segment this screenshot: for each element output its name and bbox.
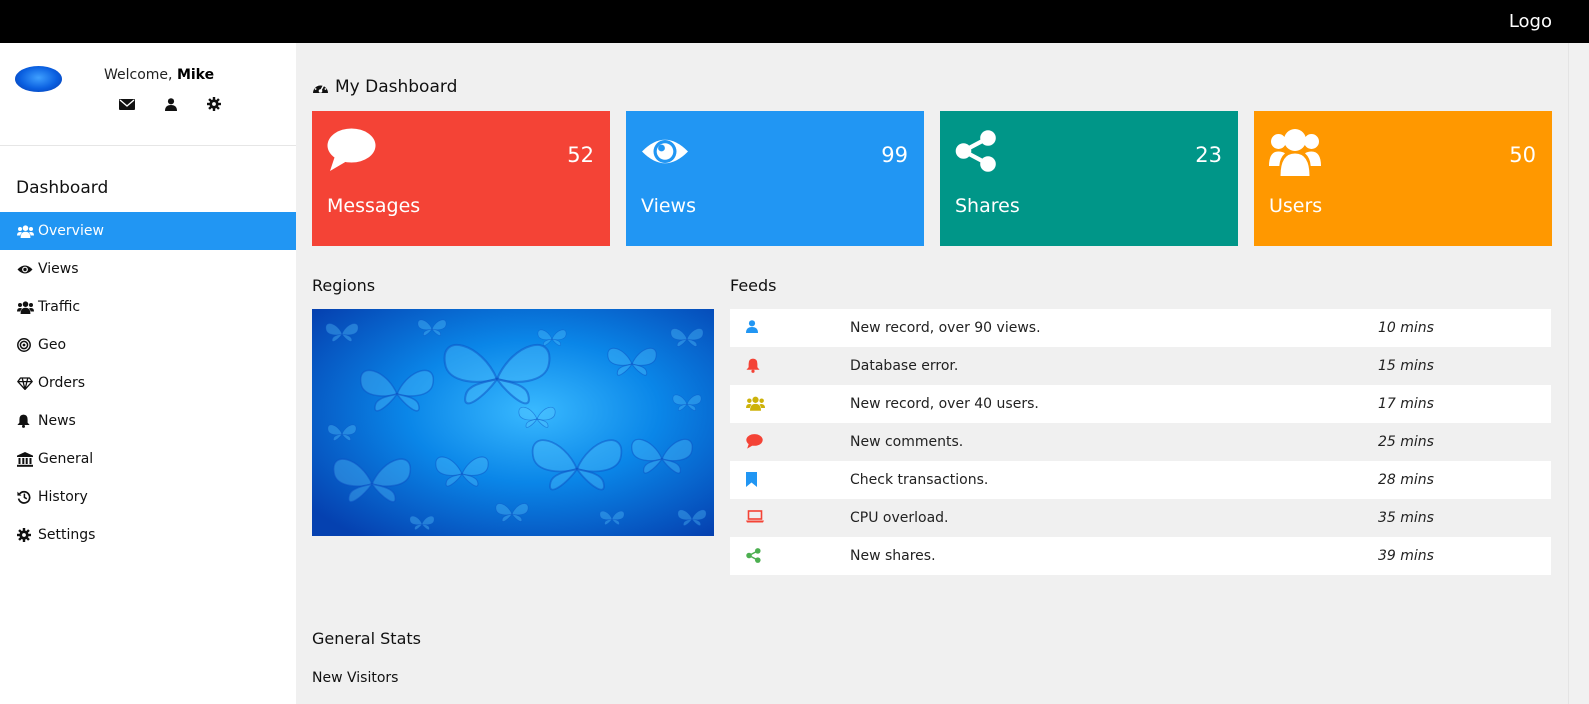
feed-time: 39 mins bbox=[1378, 548, 1434, 564]
top-bar: Logo bbox=[0, 0, 1589, 43]
envelope-icon[interactable] bbox=[119, 96, 135, 115]
list-item[interactable]: Database error. 15 mins bbox=[730, 347, 1551, 385]
share-icon bbox=[955, 130, 997, 176]
list-item[interactable]: New shares. 39 mins bbox=[730, 537, 1551, 575]
new-visitors-label: New Visitors bbox=[312, 670, 399, 686]
bell-icon bbox=[17, 414, 38, 428]
share-icon bbox=[746, 548, 761, 563]
user-name: Mike bbox=[176, 67, 215, 83]
card-count: 50 bbox=[1509, 143, 1536, 167]
dashboard-icon bbox=[312, 80, 329, 94]
card-label: Messages bbox=[327, 195, 421, 217]
card-views[interactable]: 99 Views bbox=[626, 111, 924, 246]
card-count: 99 bbox=[881, 143, 908, 167]
sidebar-item-label: Overview bbox=[38, 223, 104, 239]
feed-time: 17 mins bbox=[1378, 396, 1434, 412]
sidebar-item-label: Views bbox=[38, 261, 79, 277]
sidebar-item-label: Orders bbox=[38, 375, 86, 391]
feeds-list: New record, over 90 views. 10 mins Datab… bbox=[730, 309, 1551, 575]
feed-time: 35 mins bbox=[1378, 510, 1434, 526]
sidebar-item-geo[interactable]: Geo bbox=[0, 326, 296, 364]
list-item[interactable]: CPU overload. 35 mins bbox=[730, 499, 1551, 537]
scrollbar[interactable] bbox=[1568, 43, 1589, 704]
list-item[interactable]: New record, over 40 users. 17 mins bbox=[730, 385, 1551, 423]
feed-text: Check transactions. bbox=[850, 472, 989, 488]
gear-icon bbox=[17, 528, 38, 542]
feed-text: CPU overload. bbox=[850, 510, 949, 526]
feeds-title: Feeds bbox=[730, 276, 777, 295]
eye-icon bbox=[641, 135, 689, 172]
welcome-text: Welcome, Mike bbox=[104, 67, 214, 83]
card-label: Views bbox=[641, 195, 696, 217]
list-item[interactable]: Check transactions. 28 mins bbox=[730, 461, 1551, 499]
sidebar-item-label: History bbox=[38, 489, 88, 505]
sidebar-item-settings[interactable]: Settings bbox=[0, 516, 296, 554]
sidebar-divider bbox=[0, 145, 296, 146]
sidebar-nav: Overview Views Traffic Geo Orders News G… bbox=[0, 212, 296, 554]
feed-text: New record, over 40 users. bbox=[850, 396, 1039, 412]
page-title: My Dashboard bbox=[312, 77, 457, 97]
card-users[interactable]: 50 Users bbox=[1254, 111, 1552, 246]
sidebar-item-news[interactable]: News bbox=[0, 402, 296, 440]
sidebar-item-label: Traffic bbox=[38, 299, 81, 315]
regions-image bbox=[312, 309, 714, 536]
avatar[interactable] bbox=[15, 66, 62, 92]
nav-title: Dashboard bbox=[16, 178, 109, 198]
card-label: Shares bbox=[955, 195, 1020, 217]
gear-icon[interactable] bbox=[207, 96, 221, 115]
user-icon[interactable] bbox=[165, 96, 177, 115]
card-count: 52 bbox=[567, 143, 594, 167]
feed-text: New comments. bbox=[850, 434, 964, 450]
sidebar-item-label: Settings bbox=[38, 527, 96, 543]
sidebar-item-orders[interactable]: Orders bbox=[0, 364, 296, 402]
card-messages[interactable]: 52 Messages bbox=[312, 111, 610, 246]
comment-icon bbox=[746, 434, 763, 449]
history-icon bbox=[17, 490, 38, 504]
bookmark-icon bbox=[746, 472, 757, 487]
users-icon bbox=[17, 224, 38, 238]
feed-time: 15 mins bbox=[1378, 358, 1434, 374]
sidebar-item-traffic[interactable]: Traffic bbox=[0, 288, 296, 326]
sidebar-item-general[interactable]: General bbox=[0, 440, 296, 478]
comment-icon bbox=[327, 128, 376, 176]
bell-icon bbox=[746, 358, 760, 373]
list-item[interactable]: New comments. 25 mins bbox=[730, 423, 1551, 461]
sidebar: Welcome, Mike Dashboard Overview Views T… bbox=[0, 43, 296, 704]
users-icon bbox=[746, 396, 765, 411]
user-actions bbox=[112, 96, 232, 116]
bank-icon bbox=[17, 451, 38, 467]
user-icon bbox=[746, 320, 758, 333]
users-icon bbox=[17, 300, 38, 314]
sidebar-item-label: Geo bbox=[38, 337, 67, 353]
feed-text: New shares. bbox=[850, 548, 936, 564]
bullseye-icon bbox=[17, 338, 38, 352]
regions-title: Regions bbox=[312, 276, 376, 295]
card-count: 23 bbox=[1195, 143, 1222, 167]
eye-icon bbox=[17, 264, 38, 275]
sidebar-item-label: General bbox=[38, 451, 94, 467]
laptop-icon bbox=[746, 510, 764, 523]
card-shares[interactable]: 23 Shares bbox=[940, 111, 1238, 246]
page-title-text: My Dashboard bbox=[335, 77, 458, 97]
general-stats-title: General Stats bbox=[312, 629, 421, 648]
sidebar-item-label: News bbox=[38, 413, 76, 429]
main-content: My Dashboard 52 Messages 99 Views 23 Sha… bbox=[296, 43, 1568, 704]
feed-text: Database error. bbox=[850, 358, 959, 374]
logo[interactable]: Logo bbox=[1509, 11, 1552, 32]
list-item[interactable]: New record, over 90 views. 10 mins bbox=[730, 309, 1551, 347]
feed-text: New record, over 90 views. bbox=[850, 320, 1041, 336]
feed-time: 25 mins bbox=[1378, 434, 1434, 450]
users-icon bbox=[1269, 127, 1321, 180]
diamond-icon bbox=[17, 376, 38, 390]
feed-time: 28 mins bbox=[1378, 472, 1434, 488]
sidebar-item-overview[interactable]: Overview bbox=[0, 212, 296, 250]
sidebar-item-history[interactable]: History bbox=[0, 478, 296, 516]
feed-time: 10 mins bbox=[1378, 320, 1434, 336]
welcome-prefix: Welcome, bbox=[104, 67, 177, 83]
card-label: Users bbox=[1269, 195, 1323, 217]
sidebar-item-views[interactable]: Views bbox=[0, 250, 296, 288]
